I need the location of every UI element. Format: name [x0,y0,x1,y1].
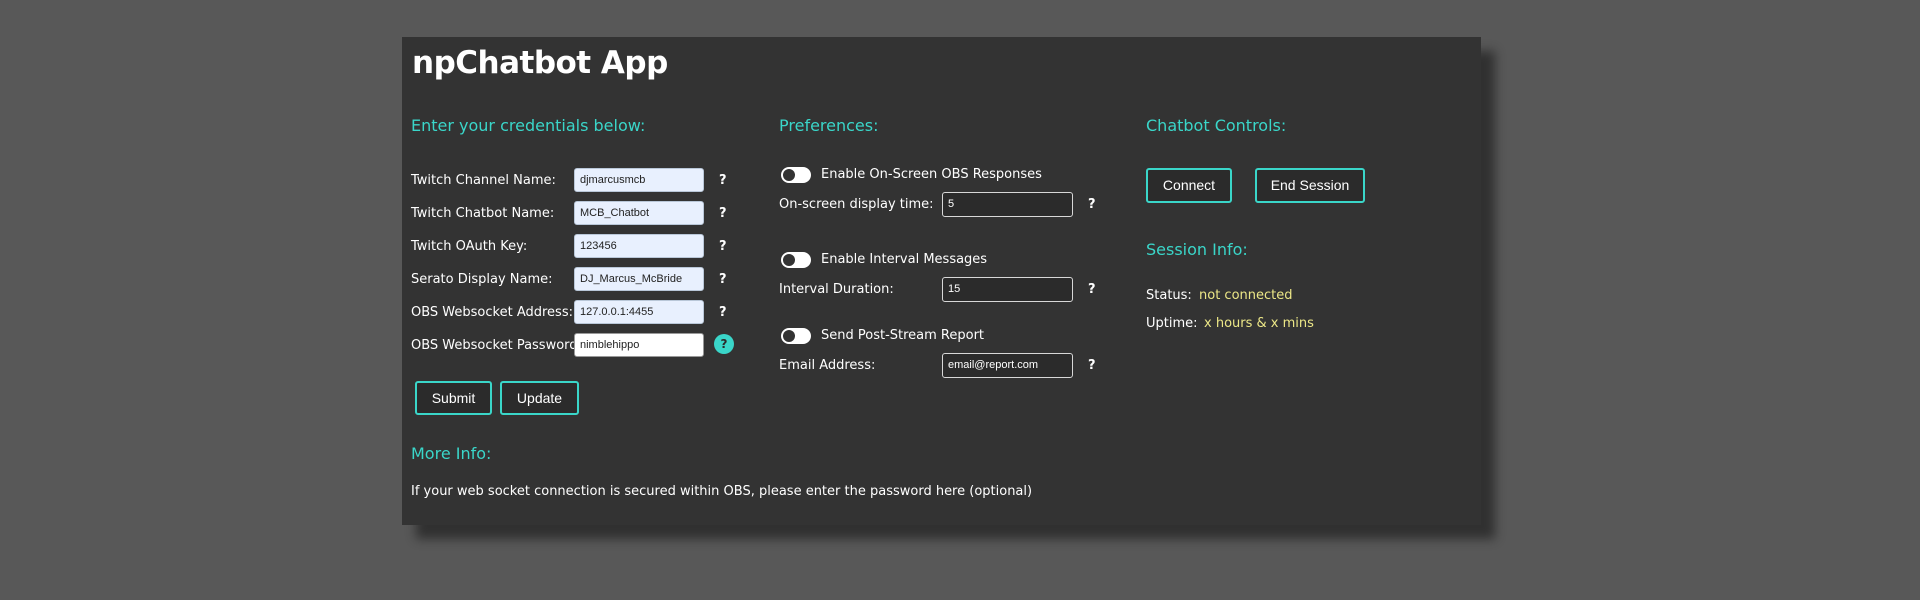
help-icon[interactable]: ? [1088,358,1096,373]
controls-heading: Chatbot Controls: [1146,116,1287,135]
twitch-oauth-input[interactable]: 123456 [574,234,704,258]
status-value: not connected [1199,288,1293,303]
help-icon[interactable]: ? [719,305,727,320]
obs-responses-toggle-label: Enable On-Screen OBS Responses [821,167,1042,182]
toggle-knob [783,330,795,342]
preferences-heading: Preferences: [779,116,879,135]
status-label: Status: [1146,288,1192,303]
help-icon[interactable]: ? [1088,282,1096,297]
help-icon[interactable]: ? [1088,197,1096,212]
help-icon[interactable]: ? [719,239,727,254]
submit-button[interactable]: Submit [415,381,492,415]
interval-duration-label: Interval Duration: [779,282,894,297]
serato-name-input[interactable]: DJ_Marcus_McBride [574,267,704,291]
obs-address-label: OBS Websocket Address: [411,305,573,320]
more-info-text: If your web socket connection is secured… [411,484,1033,499]
uptime-label: Uptime: [1146,316,1198,331]
app-title: npChatbot App [412,45,668,81]
twitch-chatbot-input[interactable]: MCB_Chatbot [574,201,704,225]
email-input[interactable]: email@report.com [942,353,1073,378]
serato-name-label: Serato Display Name: [411,272,553,287]
toggle-knob [783,169,795,181]
email-label: Email Address: [779,358,876,373]
interval-messages-toggle-label: Enable Interval Messages [821,252,988,267]
help-icon[interactable]: ? [719,206,727,221]
post-stream-report-toggle-label: Send Post-Stream Report [821,328,985,343]
obs-password-input[interactable]: nimblehippo [574,333,704,357]
update-button[interactable]: Update [500,381,579,415]
interval-duration-input[interactable]: 15 [942,277,1073,302]
credentials-heading: Enter your credentials below: [411,116,646,135]
obs-responses-toggle[interactable] [781,167,811,183]
obs-password-label: OBS Websocket Password: [411,338,582,353]
twitch-channel-label: Twitch Channel Name: [411,173,556,188]
help-icon[interactable]: ? [719,173,727,188]
display-time-label: On-screen display time: [779,197,934,212]
twitch-oauth-label: Twitch OAuth Key: [411,239,528,254]
twitch-chatbot-label: Twitch Chatbot Name: [411,206,555,221]
connect-button[interactable]: Connect [1146,168,1232,203]
obs-address-input[interactable]: 127.0.0.1:4455 [574,300,704,324]
twitch-channel-input[interactable]: djmarcusmcb [574,168,704,192]
session-info-heading: Session Info: [1146,240,1248,259]
display-time-input[interactable]: 5 [942,192,1073,217]
help-icon[interactable]: ? [719,272,727,287]
interval-messages-toggle[interactable] [781,252,811,268]
toggle-knob [783,254,795,266]
help-icon-active[interactable]: ? [714,334,734,354]
post-stream-report-toggle[interactable] [781,328,811,344]
app-panel: npChatbot App Enter your credentials bel… [402,37,1481,525]
uptime-value: x hours & x mins [1204,316,1314,331]
end-session-button[interactable]: End Session [1255,168,1365,203]
more-info-heading: More Info: [411,444,492,463]
